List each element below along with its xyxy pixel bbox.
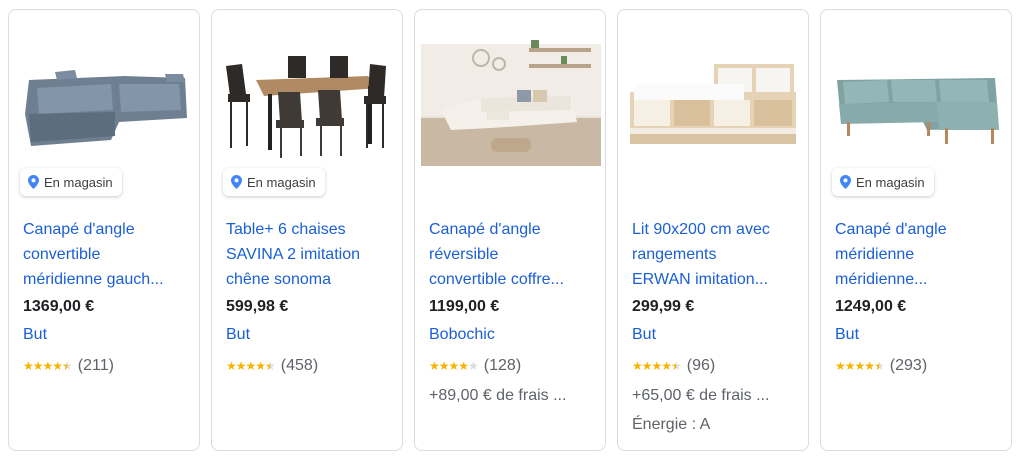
seller-link[interactable]: But: [226, 326, 250, 344]
product-card[interactable]: Canapé d'angle réversible convertible co…: [414, 9, 606, 451]
review-count: (211): [77, 357, 114, 374]
product-image[interactable]: [827, 18, 1007, 166]
product-card[interactable]: En magasin Table+ 6 chaises SAVINA 2 imi…: [211, 9, 403, 451]
in-store-badge: En magasin: [223, 168, 325, 196]
in-store-badge: En magasin: [20, 168, 122, 196]
seller-link[interactable]: But: [835, 326, 859, 344]
product-title[interactable]: Lit 90x200 cm avec rangements ERWAN imit…: [632, 217, 798, 292]
product-title[interactable]: Canapé d'angle méridienne méridienne...: [835, 217, 1001, 292]
seller-link[interactable]: But: [632, 326, 656, 344]
product-image[interactable]: [421, 18, 601, 166]
product-price: 1199,00 €: [429, 298, 500, 315]
product-price: 299,99 €: [632, 298, 695, 315]
product-title[interactable]: Table+ 6 chaises SAVINA 2 imitation chên…: [226, 217, 392, 292]
product-price: 1369,00 €: [23, 298, 95, 315]
review-count: (458): [280, 357, 319, 374]
rating: ★★★★★ (211): [23, 357, 114, 375]
product-image[interactable]: [15, 18, 195, 166]
location-pin-icon: [28, 175, 39, 189]
rating: ★★★★★ (293): [835, 357, 927, 375]
star-rating-icon: ★★★★★: [226, 359, 276, 373]
product-price: 1249,00 €: [835, 298, 907, 315]
review-count: (293): [889, 357, 928, 374]
star-rating-icon: ★★★★★: [23, 359, 73, 373]
shipping-fees: +89,00 € de frais ...: [429, 387, 567, 404]
rating: ★★★★★ (96): [632, 357, 715, 375]
location-pin-icon: [231, 175, 242, 189]
seller-link[interactable]: But: [23, 326, 47, 344]
in-store-badge: En magasin: [832, 168, 934, 196]
in-store-label: En magasin: [856, 174, 925, 190]
product-card[interactable]: En magasin Canapé d'angle méridienne mér…: [820, 9, 1012, 451]
location-pin-icon: [840, 175, 851, 189]
star-rating-icon: ★★★★★: [429, 359, 479, 373]
in-store-label: En magasin: [44, 174, 113, 190]
shipping-fees: +65,00 € de frais ...: [632, 387, 770, 404]
product-title[interactable]: Canapé d'angle convertible méridienne ga…: [23, 217, 189, 292]
star-rating-icon: ★★★★★: [835, 359, 885, 373]
rating: ★★★★★ (128): [429, 357, 521, 375]
product-carousel: En magasin Canapé d'angle convertible mé…: [8, 9, 1012, 451]
product-card[interactable]: Lit 90x200 cm avec rangements ERWAN imit…: [617, 9, 809, 451]
product-image[interactable]: [624, 18, 804, 166]
star-rating-icon: ★★★★★: [632, 359, 682, 373]
rating: ★★★★★ (458): [226, 357, 318, 375]
product-price: 599,98 €: [226, 298, 289, 315]
product-title[interactable]: Canapé d'angle réversible convertible co…: [429, 217, 595, 292]
product-card[interactable]: En magasin Canapé d'angle convertible mé…: [8, 9, 200, 451]
review-count: (128): [483, 357, 522, 374]
review-count: (96): [686, 357, 716, 374]
product-image[interactable]: [218, 18, 398, 166]
seller-link[interactable]: Bobochic: [429, 326, 495, 344]
energy-rating: Énergie : A: [632, 416, 711, 433]
in-store-label: En magasin: [247, 174, 316, 190]
